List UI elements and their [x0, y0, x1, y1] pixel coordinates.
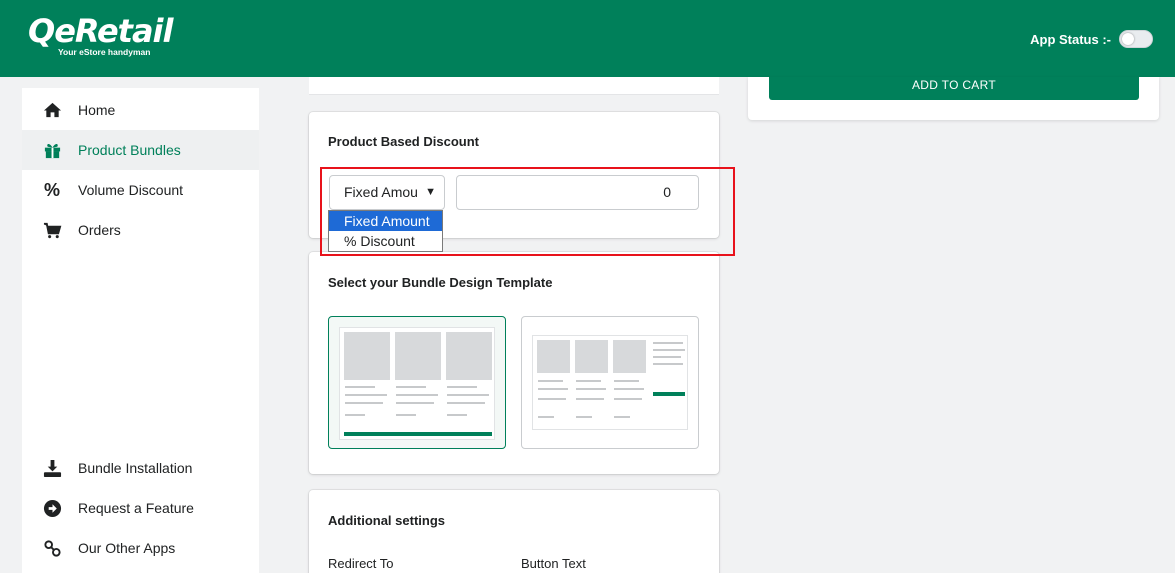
product-discount-title: Product Based Discount	[328, 134, 479, 149]
image-placeholder-icon	[446, 332, 492, 380]
link-icon	[40, 539, 64, 558]
gift-icon	[40, 141, 64, 160]
text-line	[396, 402, 434, 404]
additional-settings-card: Additional settings Redirect To Button T…	[309, 490, 719, 573]
sidebar-item-product-bundles[interactable]: Product Bundles	[22, 130, 259, 170]
text-line	[538, 416, 554, 418]
text-line	[345, 414, 365, 416]
image-placeholder-icon	[575, 340, 608, 373]
sidebar-item-label: Product Bundles	[78, 142, 181, 158]
add-to-cart-button[interactable]: ADD TO CART	[769, 77, 1139, 100]
percent-icon: %	[43, 179, 60, 200]
mini-add-button	[344, 432, 492, 436]
text-line	[653, 363, 683, 365]
sidebar-item-request-feature[interactable]: Request a Feature	[22, 488, 259, 528]
arrow-circle-icon	[40, 499, 64, 518]
button-text-label: Button Text	[521, 556, 586, 571]
text-line	[576, 398, 604, 400]
image-placeholder-icon	[344, 332, 390, 380]
text-line	[653, 342, 683, 344]
text-line	[614, 398, 642, 400]
template-option-2[interactable]	[521, 316, 699, 449]
text-line	[447, 386, 477, 388]
cart-icon	[40, 221, 64, 240]
text-line	[345, 386, 375, 388]
image-placeholder-icon	[613, 340, 646, 373]
download-icon	[40, 459, 64, 478]
sidebar-item-home[interactable]: Home	[22, 90, 259, 130]
sidebar: Home Product Bundles % Volume Discount O…	[22, 88, 259, 573]
text-line	[447, 402, 485, 404]
text-line	[345, 402, 383, 404]
additional-settings-title: Additional settings	[328, 513, 445, 528]
sidebar-item-label: Home	[78, 102, 116, 118]
sidebar-item-label: Request a Feature	[78, 500, 194, 516]
text-line	[538, 388, 568, 390]
text-line	[538, 380, 563, 382]
template-preview	[339, 327, 495, 440]
sidebar-item-label: Our Other Apps	[78, 540, 176, 556]
sidebar-item-orders[interactable]: Orders	[22, 210, 259, 250]
text-line	[614, 380, 639, 382]
home-icon	[40, 101, 64, 120]
text-line	[653, 349, 685, 351]
sidebar-item-label: Volume Discount	[78, 182, 184, 198]
text-line	[538, 398, 566, 400]
text-line	[396, 414, 416, 416]
text-line	[653, 356, 681, 358]
template-preview	[532, 335, 688, 430]
sidebar-item-volume-discount[interactable]: % Volume Discount	[22, 170, 259, 210]
template-card: Select your Bundle Design Template	[309, 252, 719, 474]
image-placeholder-icon	[537, 340, 570, 373]
text-line	[614, 388, 644, 390]
text-line	[576, 388, 606, 390]
app-status-label: App Status :-	[1030, 31, 1111, 47]
text-line	[447, 394, 489, 396]
redirect-to-label: Redirect To	[328, 556, 394, 571]
logo-tagline: Your eStore handyman	[58, 47, 151, 57]
app-logo[interactable]: QeRetail Your eStore handyman	[28, 12, 173, 57]
app-status: App Status :-	[1030, 30, 1153, 48]
top-bar: QeRetail Your eStore handyman App Status…	[0, 0, 1175, 77]
app-status-toggle[interactable]	[1119, 30, 1153, 48]
text-line	[396, 394, 438, 396]
image-placeholder-icon	[395, 332, 441, 380]
template-title: Select your Bundle Design Template	[328, 275, 553, 290]
toggle-knob	[1122, 33, 1134, 45]
text-line	[614, 416, 630, 418]
text-line	[576, 416, 592, 418]
logo-text: QeRetail	[28, 12, 173, 50]
mini-add-button	[653, 392, 685, 396]
highlight-box	[320, 167, 735, 256]
bundle-preview-card: ADD TO CART	[748, 77, 1159, 120]
sidebar-item-label: Bundle Installation	[78, 460, 193, 476]
text-line	[396, 386, 426, 388]
sidebar-item-bundle-installation[interactable]: Bundle Installation	[22, 448, 259, 488]
sidebar-item-other-apps[interactable]: Our Other Apps	[22, 528, 259, 568]
template-option-1[interactable]	[328, 316, 506, 449]
text-line	[447, 414, 467, 416]
sidebar-item-label: Orders	[78, 222, 121, 238]
previous-card-bottom	[309, 77, 719, 95]
text-line	[576, 380, 601, 382]
text-line	[345, 394, 387, 396]
